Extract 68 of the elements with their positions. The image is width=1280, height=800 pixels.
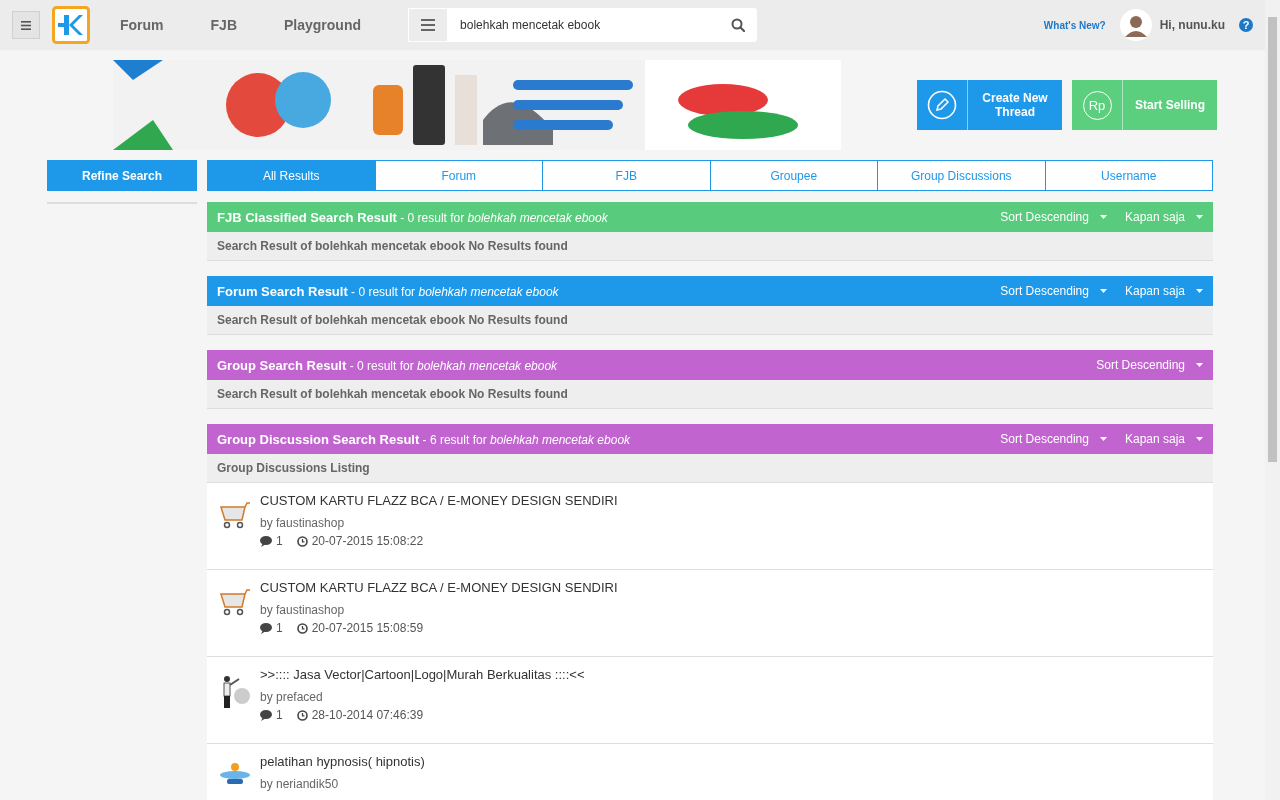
sort-dropdown[interactable]: Sort Descending (1096, 358, 1203, 372)
cart-icon (219, 501, 251, 529)
thread-title[interactable]: CUSTOM KARTU FLAZZ BCA / E-MONEY DESIGN SENDIRI (260, 580, 618, 595)
thread-title[interactable]: CUSTOM KARTU FLAZZ BCA / E-MONEY DESIGN SENDIRI (260, 493, 618, 508)
pencil-icon (927, 90, 957, 120)
caret-icon (1196, 363, 1203, 367)
section-message: Search Result of bolehkah mencetak ebook No Results found (207, 380, 1213, 409)
start-selling-button[interactable]: Rp Start Selling (1072, 80, 1217, 130)
whats-new-link[interactable]: What's New? (1043, 19, 1106, 31)
thread-author[interactable]: by faustinashop (260, 603, 618, 617)
time-dropdown[interactable]: Kapan saja (1124, 284, 1203, 298)
clock-icon (296, 535, 308, 547)
nav-link[interactable]: FJB (194, 17, 268, 33)
search-field[interactable]: bolehkah mencetak ebook (448, 8, 758, 42)
result-tab[interactable]: All Results (208, 161, 375, 190)
list-icon[interactable] (421, 19, 436, 31)
caret-icon (1196, 289, 1203, 293)
cart-icon (219, 588, 251, 616)
time-dropdown[interactable]: Kapan saja (1124, 432, 1203, 446)
search-icon[interactable] (731, 18, 746, 32)
section-message: Search Result of bolehkah mencetak ebook No Results found (207, 232, 1213, 261)
comment-count: 1 (276, 534, 283, 548)
caret-icon (1099, 289, 1107, 293)
thread-date: 20-07-2015 15:08:22 (311, 534, 424, 548)
user-greeting[interactable]: Hi, nunu.ku (1159, 18, 1225, 32)
thread-title[interactable]: pelatihan hypnosis( hipnotis) (260, 754, 425, 769)
caret-icon (1196, 215, 1203, 219)
section-title: FJB Classified Search Result - 0 result for bolehkah mencetak ebook (217, 209, 608, 225)
logo-icon[interactable] (52, 6, 90, 44)
section-title: Group Discussion Search Result - 6 result for bolehkah mencetak ebook (217, 431, 631, 447)
sort-dropdown[interactable]: Sort Descending (1000, 284, 1107, 298)
section-message: Search Result of bolehkah mencetak ebook No Results found (207, 306, 1213, 335)
create-thread-button[interactable]: Create New Thread (917, 80, 1062, 130)
caret-icon (1099, 437, 1107, 441)
clock-icon (296, 622, 308, 634)
avatar-icon[interactable] (1119, 9, 1152, 41)
clock-icon (296, 709, 308, 721)
result-tab[interactable]: Group Discussions (877, 161, 1045, 190)
result-tab[interactable]: Groupee (709, 161, 877, 190)
menu-button[interactable] (12, 11, 40, 39)
section-title: Group Search Result - 0 result for bolehkah mencetak ebook (217, 357, 558, 373)
help-icon[interactable]: ? (1239, 18, 1253, 32)
time-dropdown[interactable]: Kapan saja (1124, 210, 1203, 224)
comment-icon (260, 622, 272, 634)
menu-icon (21, 20, 31, 30)
refine-search-button[interactable]: Refine Search (47, 160, 197, 191)
thread-author[interactable]: by prefaced (260, 690, 585, 704)
result-tab[interactable]: FJB (542, 161, 710, 190)
section-message: Group Discussions Listing (207, 454, 1213, 483)
sort-dropdown[interactable]: Sort Descending (1000, 432, 1107, 446)
scrollbar[interactable] (1265, 0, 1280, 800)
section-title: Forum Search Result - 0 result for bolehkah mencetak ebook (217, 283, 559, 299)
result-tab[interactable]: Forum (374, 161, 542, 190)
nav-link[interactable]: Forum (104, 17, 195, 33)
sort-dropdown[interactable]: Sort Descending (1000, 210, 1107, 224)
thread-author[interactable]: by neriandik50 (260, 777, 425, 791)
result-tab[interactable]: Username (1044, 161, 1212, 190)
caret-icon (1196, 437, 1203, 441)
nav-link[interactable]: Playground (268, 17, 393, 33)
thread-date: 28-10-2014 07:46:39 (311, 708, 424, 722)
thread-title[interactable]: >>:::: Jasa Vector|Cartoon|Logo|Murah Berkualitas ::::<< (260, 667, 585, 682)
caret-icon (1099, 215, 1107, 219)
thread-date: 20-07-2015 15:08:59 (311, 621, 424, 635)
comment-icon (260, 709, 272, 721)
comment-count: 1 (276, 708, 283, 722)
comment-count: 1 (276, 621, 283, 635)
thread-author[interactable]: by faustinashop (260, 516, 618, 530)
comment-icon (260, 535, 272, 547)
